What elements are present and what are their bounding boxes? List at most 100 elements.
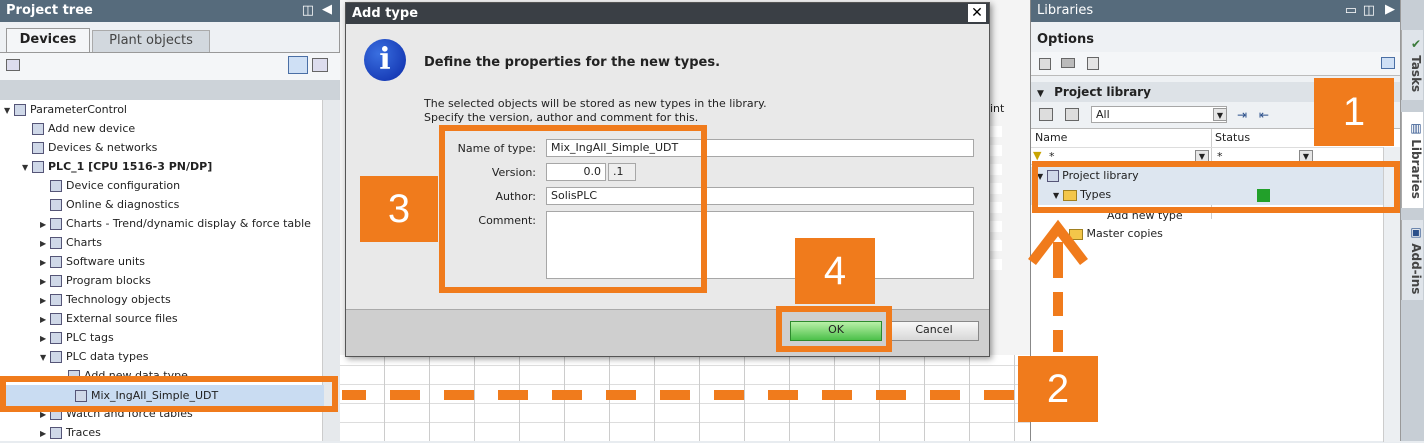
tree-item[interactable]: ▶ Traces xyxy=(40,423,101,442)
tree-item[interactable]: ▼ PLC_1 [CPU 1516-3 PN/DP] xyxy=(22,157,212,176)
callout-badge-1: 1 xyxy=(1314,78,1394,146)
expand-arrow-icon[interactable]: ▶ xyxy=(40,215,50,234)
tab-libraries-label: Libraries xyxy=(1409,139,1423,199)
expand-arrow-icon[interactable]: ▶ xyxy=(40,272,50,291)
tree-item[interactable]: ▶ Software units xyxy=(40,252,145,271)
tree-item[interactable]: Devices & networks xyxy=(22,138,157,157)
project-tree-panel: Project tree ◫ ◀ Devices Plant objects ▼… xyxy=(0,0,340,441)
tab-plant-objects[interactable]: Plant objects xyxy=(92,30,210,52)
tree-item-icon xyxy=(50,332,62,344)
close-icon[interactable]: ✕ xyxy=(968,4,986,22)
tree-item-label: Technology objects xyxy=(66,293,171,306)
expand-panel-icon[interactable]: ▶ xyxy=(1385,2,1395,17)
col-header-status: Status xyxy=(1215,131,1251,144)
expand-arrow-icon[interactable]: ▶ xyxy=(40,234,50,253)
expand-arrow-icon[interactable]: ▶ xyxy=(40,253,50,272)
tree-item-label: Devices & networks xyxy=(48,141,158,154)
dialog-desc-line1: The selected objects will be stored as n… xyxy=(424,97,767,110)
tree-item[interactable]: ▶ Program blocks xyxy=(40,271,151,290)
tree-item-label: Device configuration xyxy=(66,179,181,192)
tree-item-icon xyxy=(50,313,62,325)
callout-arrow-head-icon xyxy=(1028,219,1088,266)
panel-layout-icon[interactable]: ◫ xyxy=(302,3,314,18)
chevron-down-icon[interactable]: ▼ xyxy=(1213,108,1227,121)
callout-badge-3: 3 xyxy=(360,176,438,242)
libraries-title-text: Libraries xyxy=(1037,3,1094,18)
tab-add-ins[interactable]: ▣ Add-ins xyxy=(1401,220,1423,300)
callout-dash-line xyxy=(444,390,474,400)
callout-badge-2: 2 xyxy=(1018,356,1098,422)
callout-dash-line xyxy=(342,390,366,400)
open-library-icon[interactable] xyxy=(1061,58,1075,68)
callout-box-types-row xyxy=(1032,161,1400,213)
callout-dash-line xyxy=(660,390,690,400)
split-view-icon[interactable] xyxy=(1381,57,1395,69)
collapse-arrow-icon: ▼ xyxy=(1037,89,1044,99)
expand-arrow-icon[interactable]: ▼ xyxy=(22,158,32,177)
expand-arrow-icon[interactable]: ▼ xyxy=(40,348,50,367)
import-icon[interactable]: ⇤ xyxy=(1259,108,1275,122)
tree-item-label: Software units xyxy=(66,255,146,268)
tree-item-label: Program blocks xyxy=(66,274,151,287)
tab-libraries[interactable]: ▥ Libraries xyxy=(1401,112,1423,208)
expand-arrow-icon[interactable]: ▶ xyxy=(40,329,50,348)
tree-item[interactable]: ▶ Technology objects xyxy=(40,290,171,309)
tree-item-icon xyxy=(50,237,62,249)
library-book-icon[interactable] xyxy=(1087,57,1099,70)
tree-item[interactable]: ▶ External source files xyxy=(40,309,178,328)
callout-dash-line xyxy=(606,390,636,400)
callout-dash-line xyxy=(930,390,960,400)
project-tree-title-text: Project tree xyxy=(6,3,93,18)
tree-item[interactable]: Device configuration xyxy=(40,176,180,195)
checkbox-column xyxy=(988,120,1002,270)
dialog-heading: Define the properties for the new types. xyxy=(424,55,721,70)
export-icon[interactable]: ⇥ xyxy=(1237,108,1253,122)
expand-arrow-icon[interactable]: ▶ xyxy=(40,310,50,329)
expand-arrow-icon[interactable]: ▶ xyxy=(40,424,50,443)
tab-add-ins-label: Add-ins xyxy=(1409,243,1423,295)
callout-arrow-dash xyxy=(1053,292,1063,316)
tree-item[interactable]: ▶ PLC tags xyxy=(40,328,114,347)
tab-devices[interactable]: Devices xyxy=(6,28,90,52)
list-icon[interactable] xyxy=(1065,108,1079,121)
tree-item[interactable]: Online & diagnostics xyxy=(40,195,179,214)
tab-tasks[interactable]: ✔ Tasks xyxy=(1401,30,1423,100)
tree-item-icon xyxy=(50,351,62,363)
add-ins-icon: ▣ xyxy=(1409,225,1423,240)
minimize-icon[interactable]: ▭ xyxy=(1345,3,1357,18)
tree-item[interactable]: ▼ PLC data types xyxy=(40,347,149,366)
list-view-icon[interactable] xyxy=(288,56,308,74)
project-tree-toolbar xyxy=(0,52,340,80)
tree-item-icon xyxy=(32,142,44,154)
tree-item-icon xyxy=(32,123,44,135)
tree-item-icon xyxy=(50,427,62,439)
expand-arrow-icon[interactable]: ▼ xyxy=(4,101,14,120)
library-view-icon[interactable] xyxy=(1039,58,1051,70)
tree-item[interactable]: ▶ Charts - Trend/dynamic display & force … xyxy=(40,214,311,233)
dialog-desc-line2: Specify the version, author and comment … xyxy=(424,111,699,124)
options-label: Options xyxy=(1037,32,1094,47)
options-toolbar xyxy=(1031,52,1401,76)
tree-item-label: PLC_1 [CPU 1516-3 PN/DP] xyxy=(48,160,213,173)
tree-item-label: Online & diagnostics xyxy=(66,198,180,211)
panel-layout-icon[interactable]: ◫ xyxy=(1363,3,1375,18)
filter-select[interactable]: All xyxy=(1091,106,1227,123)
info-icon: i xyxy=(364,39,406,81)
tree-item[interactable]: Add new device xyxy=(22,119,135,138)
tree-item-label: PLC tags xyxy=(66,331,114,344)
tree-item[interactable]: ▶ Charts xyxy=(40,233,102,252)
tree-item-label: Add new device xyxy=(48,122,136,135)
cancel-button[interactable]: Cancel xyxy=(889,321,979,341)
column-header-int: int xyxy=(990,102,1005,115)
callout-dash-line xyxy=(498,390,528,400)
collapse-panel-icon[interactable]: ◀ xyxy=(322,2,332,17)
callout-box-name-fields xyxy=(439,125,707,293)
tree-item[interactable]: ▼ ParameterControl xyxy=(4,100,127,119)
network-view-icon[interactable] xyxy=(6,59,20,71)
details-view-icon[interactable] xyxy=(312,58,328,72)
col-header-name: Name xyxy=(1035,131,1068,144)
library-tool-icon[interactable] xyxy=(1039,108,1053,121)
lib-tree-label: Master copies xyxy=(1086,227,1163,240)
tree-item-icon xyxy=(50,199,62,211)
expand-arrow-icon[interactable]: ▶ xyxy=(40,291,50,310)
